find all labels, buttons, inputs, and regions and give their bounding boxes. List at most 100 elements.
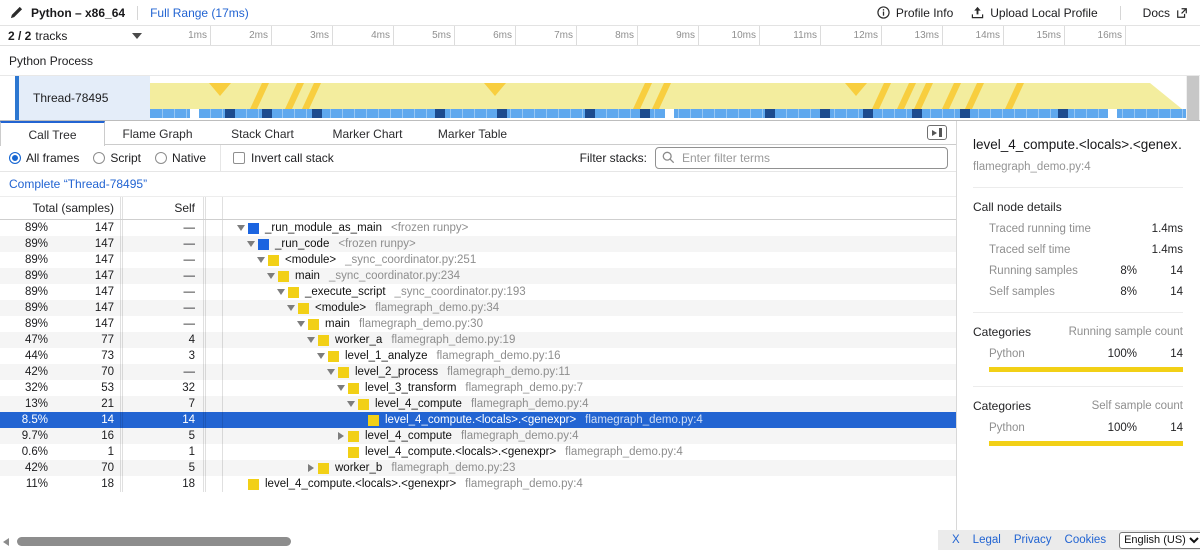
call-tree-row[interactable]: 9.7%165level_4_computeflamegraph_demo.py… (0, 428, 956, 444)
expand-arrow-icon[interactable] (304, 464, 318, 472)
collapse-arrow-icon[interactable] (334, 385, 348, 391)
selected-node-file: flamegraph_demo.py:4 (973, 161, 1183, 173)
collapse-arrow-icon[interactable] (284, 305, 298, 311)
total-column-header[interactable]: Total (samples) (0, 201, 120, 215)
tab-marker-chart[interactable]: Marker Chart (315, 121, 420, 145)
call-tree-row[interactable]: 89%147—mainflamegraph_demo.py:30 (0, 316, 956, 332)
pct-cell: 89% (0, 252, 52, 268)
scroll-left-arrow-icon[interactable] (3, 538, 9, 546)
thread-activity-graph[interactable] (150, 76, 1186, 120)
process-track[interactable]: Python Process (0, 46, 1200, 76)
call-tree-row[interactable]: 89%147—_run_code<frozen runpy> (0, 236, 956, 252)
radio-option-script[interactable]: Script (93, 151, 141, 165)
docs-link[interactable]: Docs (1143, 6, 1188, 20)
call-tree-row[interactable]: 0.6%11level_4_compute.<locals>.<genexpr>… (0, 444, 956, 460)
filter-stacks-input[interactable] (655, 147, 948, 169)
collapse-arrow-icon[interactable] (324, 369, 338, 375)
spacer (206, 364, 222, 380)
self-cell: 1 (123, 444, 203, 460)
complete-thread-link[interactable]: Complete “Thread-78495” (9, 177, 147, 191)
call-tree-row[interactable]: 89%147—<module>flamegraph_demo.py:34 (0, 300, 956, 316)
collapse-arrow-icon[interactable] (234, 225, 248, 231)
open-sidebar-icon[interactable] (927, 125, 947, 140)
expand-arrow-icon[interactable] (334, 432, 348, 440)
tracks-count: 2 / 2 (8, 29, 31, 43)
frame-file: _sync_coordinator.py:251 (345, 254, 476, 266)
invert-call-stack-checkbox[interactable] (233, 152, 245, 164)
self-cell: 3 (123, 348, 203, 364)
call-tree-row[interactable]: 42%705worker_bflamegraph_demo.py:23 (0, 460, 956, 476)
self-cell: 32 (123, 380, 203, 396)
collapse-arrow-icon[interactable] (244, 241, 258, 247)
invert-call-stack-option[interactable]: Invert call stack (233, 151, 334, 165)
call-tree-row[interactable]: 8.5%1414level_4_compute.<locals>.<genexp… (0, 412, 956, 428)
profile-info-button[interactable]: Profile Info (877, 6, 953, 20)
pct-cell: 0.6% (0, 444, 52, 460)
scrollbar-thumb[interactable] (17, 537, 291, 546)
full-range-link[interactable]: Full Range (17ms) (150, 6, 249, 20)
radio-option-all-frames[interactable]: All frames (9, 151, 79, 165)
collapse-arrow-icon[interactable] (254, 257, 268, 263)
total-cell: 147 (52, 236, 120, 252)
self-column-header[interactable]: Self (123, 201, 203, 215)
collapse-arrow-icon[interactable] (304, 337, 318, 343)
call-tree-row[interactable]: 44%733level_1_analyzeflamegraph_demo.py:… (0, 348, 956, 364)
frame-cell: <module>flamegraph_demo.py:34 (223, 300, 956, 316)
spacer (206, 220, 222, 236)
time-ruler: 1ms2ms3ms4ms5ms6ms7ms8ms9ms10ms11ms12ms1… (150, 26, 1126, 45)
radio-button[interactable] (9, 152, 21, 164)
self-cell: 7 (123, 396, 203, 412)
frame-cell: level_3_transformflamegraph_demo.py:7 (223, 380, 956, 396)
frame-name: <module> (285, 254, 336, 266)
timeline-vertical-scrollbar[interactable] (1186, 76, 1200, 120)
spacer (206, 236, 222, 252)
collapse-arrow-icon[interactable] (294, 321, 308, 327)
category-name: Python (989, 348, 1093, 360)
frame-file: flamegraph_demo.py:30 (359, 318, 483, 330)
self-cell: 18 (123, 476, 203, 492)
pct-cell: 42% (0, 364, 52, 380)
tracks-dropdown[interactable]: 2 / 2 tracks (0, 26, 150, 45)
yellow-category-square-icon (358, 399, 369, 410)
footer-link-privacy[interactable]: Privacy (1014, 534, 1052, 546)
tab-marker-table[interactable]: Marker Table (420, 121, 525, 145)
call-tree-row[interactable]: 89%147—main_sync_coordinator.py:234 (0, 268, 956, 284)
collapse-arrow-icon[interactable] (274, 289, 288, 295)
scrollbar-thumb[interactable] (1187, 76, 1199, 120)
radio-button[interactable] (155, 152, 167, 164)
frame-file: flamegraph_demo.py:4 (471, 398, 589, 410)
call-tree-row[interactable]: 13%217level_4_computeflamegraph_demo.py:… (0, 396, 956, 412)
call-tree-row[interactable]: 47%774worker_aflamegraph_demo.py:19 (0, 332, 956, 348)
call-tree-row[interactable]: 89%147—<module>_sync_coordinator.py:251 (0, 252, 956, 268)
collapse-arrow-icon[interactable] (314, 353, 328, 359)
call-tree-row[interactable]: 32%5332level_3_transformflamegraph_demo.… (0, 380, 956, 396)
radio-button[interactable] (93, 152, 105, 164)
categories-heading: Categories (973, 325, 1031, 339)
pencil-icon[interactable] (10, 6, 23, 19)
thread-label[interactable]: Thread-78495 (19, 76, 150, 120)
tab-call-tree[interactable]: Call Tree (0, 121, 105, 146)
pct-cell: 89% (0, 236, 52, 252)
footer-link-cookies[interactable]: Cookies (1065, 534, 1107, 546)
footer-link-x[interactable]: X (952, 534, 960, 546)
frame-name: level_4_compute (375, 398, 462, 410)
call-tree-row[interactable]: 42%70—level_2_processflamegraph_demo.py:… (0, 364, 956, 380)
upload-profile-button[interactable]: Upload Local Profile (971, 6, 1097, 20)
horizontal-scrollbar[interactable] (0, 536, 930, 548)
ruler-tick: 3ms (272, 26, 333, 45)
collapse-arrow-icon[interactable] (264, 273, 278, 279)
detail-label: Traced self time (989, 244, 1093, 256)
call-tree-row[interactable]: 89%147—_run_module_as_main<frozen runpy> (0, 220, 956, 236)
call-tree-row[interactable]: 89%147—_execute_script_sync_coordinator.… (0, 284, 956, 300)
radio-option-native[interactable]: Native (155, 151, 206, 165)
footer-link-legal[interactable]: Legal (973, 534, 1001, 546)
filter-stacks-label: Filter stacks: (580, 151, 647, 165)
language-select[interactable]: English (US) (1119, 532, 1200, 549)
collapse-arrow-icon[interactable] (344, 401, 358, 407)
tab-stack-chart[interactable]: Stack Chart (210, 121, 315, 145)
radio-label: Native (172, 151, 206, 165)
self-cell: 4 (123, 332, 203, 348)
tab-flame-graph[interactable]: Flame Graph (105, 121, 210, 145)
call-tree-row[interactable]: 11%1818level_4_compute.<locals>.<genexpr… (0, 476, 956, 492)
detail-percent: 8% (1093, 286, 1137, 298)
